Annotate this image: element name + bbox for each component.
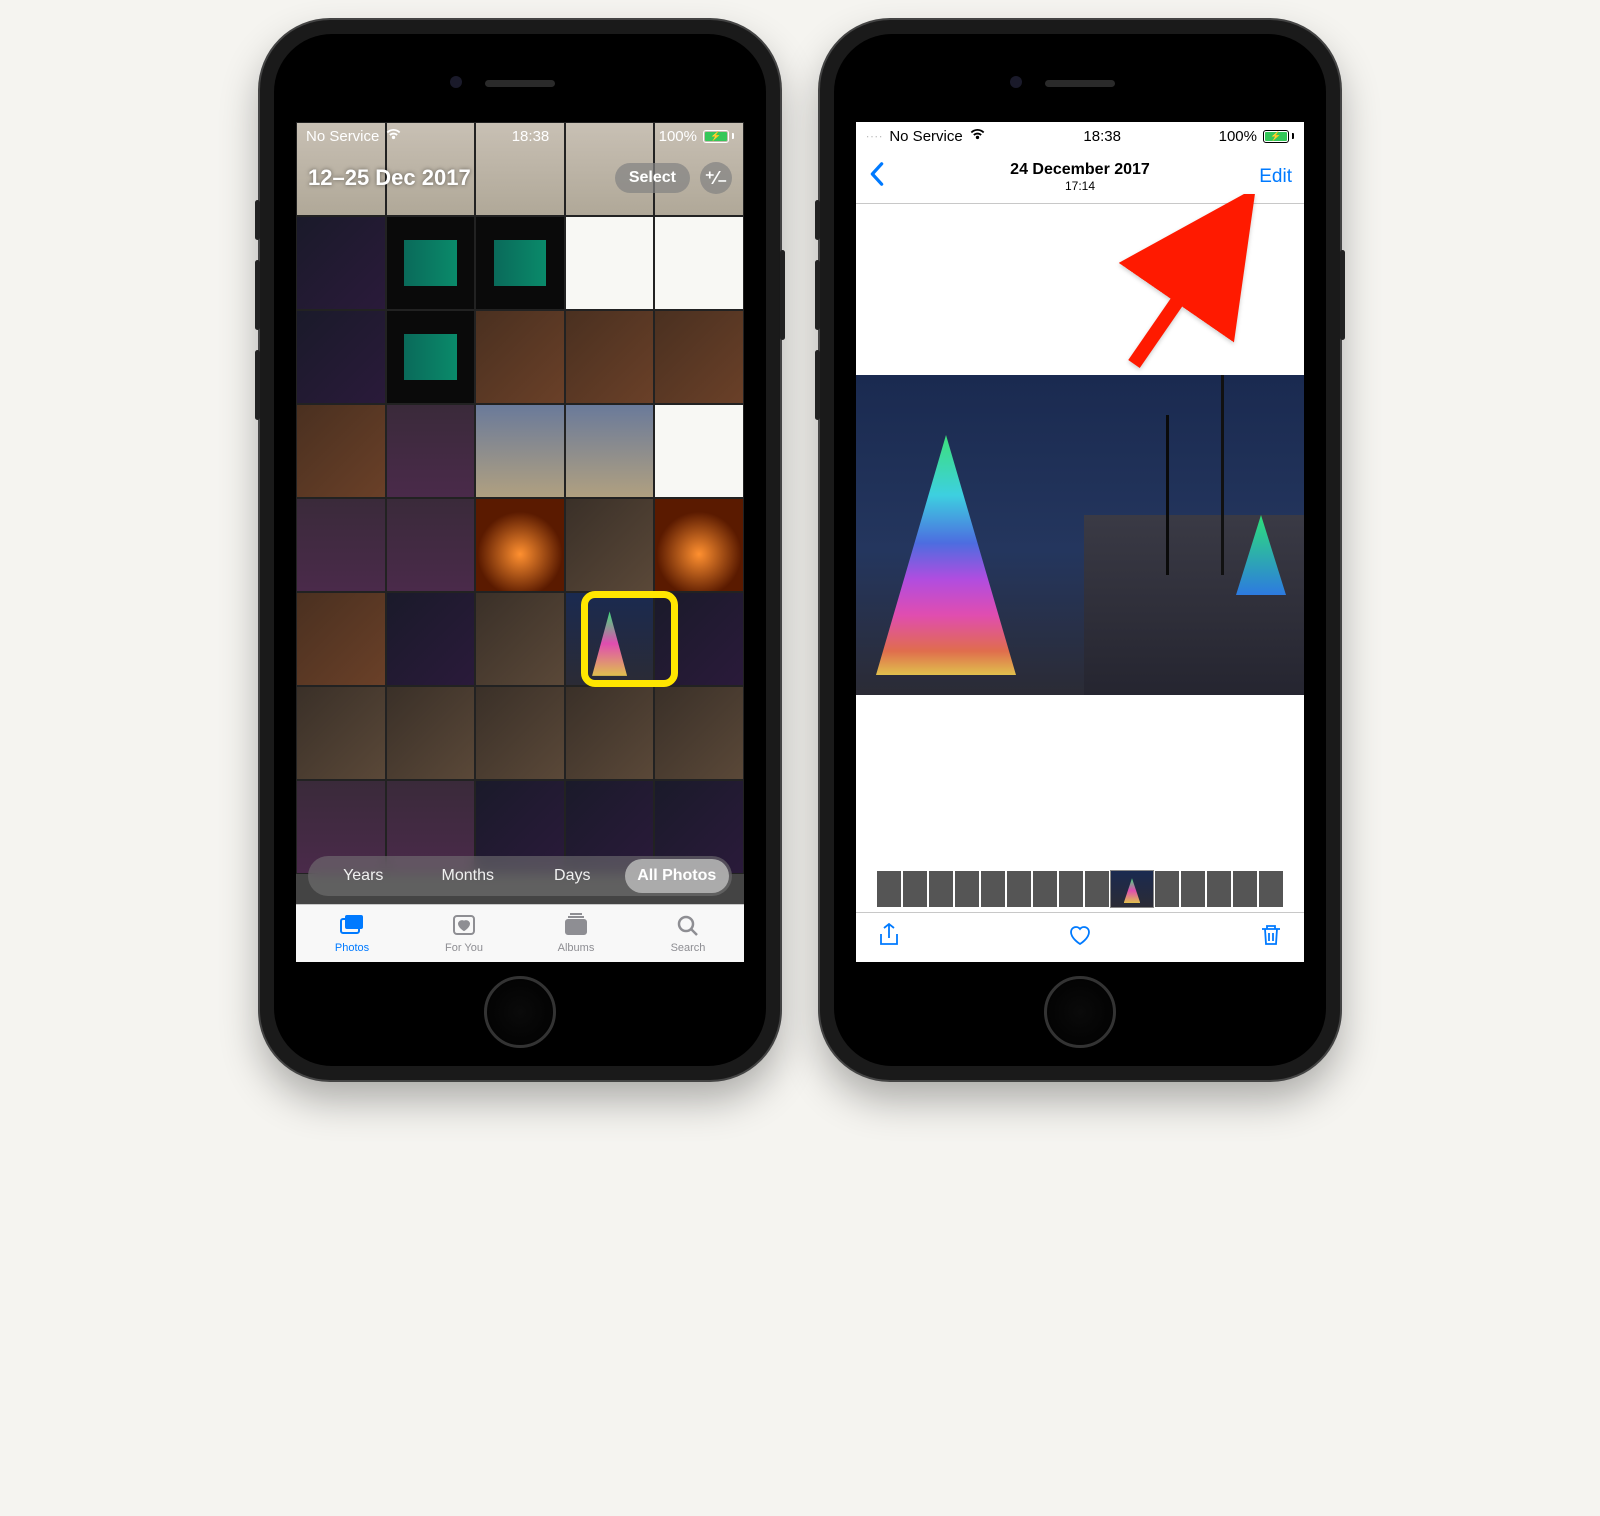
battery-icon: ⚡ xyxy=(1263,130,1294,143)
select-button[interactable]: Select xyxy=(615,163,690,193)
photo-thumbnail[interactable] xyxy=(565,686,655,780)
photo-thumbnail[interactable] xyxy=(386,592,476,686)
segment-all-photos[interactable]: All Photos xyxy=(625,859,730,893)
scrubber-thumbnail[interactable] xyxy=(1059,871,1083,907)
scrubber-thumbnail[interactable] xyxy=(1033,871,1057,907)
bottom-toolbar xyxy=(856,912,1304,962)
segment-days[interactable]: Days xyxy=(520,859,625,893)
iphone-left: No Service 18:38 100% ⚡ 12–25 Dec 2017 S… xyxy=(260,20,780,1080)
photo-viewer[interactable] xyxy=(856,375,1304,695)
scrubber-thumbnail[interactable] xyxy=(1181,871,1205,907)
status-bar: ∙∙∙∙ No Service 18:38 100% ⚡ xyxy=(856,122,1304,150)
albums-icon xyxy=(563,913,589,940)
battery-percent: 100% xyxy=(1219,128,1257,145)
scrubber-thumbnail[interactable] xyxy=(877,871,901,907)
tab-albums[interactable]: Albums xyxy=(520,905,632,962)
favorite-button[interactable] xyxy=(1067,922,1093,953)
photo-thumbnail[interactable] xyxy=(654,686,744,780)
share-button[interactable] xyxy=(876,922,902,953)
scrubber-thumbnail[interactable] xyxy=(1155,871,1179,907)
back-button[interactable] xyxy=(868,161,886,192)
photo-thumbnail[interactable] xyxy=(565,216,655,310)
scrubber-thumbnail[interactable] xyxy=(1259,871,1283,907)
photo-detail-screen: ∙∙∙∙ No Service 18:38 100% ⚡ 24 xyxy=(856,122,1304,962)
scrubber-thumbnail[interactable] xyxy=(1111,871,1153,907)
photo-thumbnail[interactable] xyxy=(475,686,565,780)
home-button[interactable] xyxy=(484,976,556,1048)
zoom-toggle-button[interactable]: ⁺⁄₋ xyxy=(700,162,732,194)
scrubber-thumbnail[interactable] xyxy=(1233,871,1257,907)
photo-thumbnail[interactable] xyxy=(654,498,744,592)
scrubber-thumbnail[interactable] xyxy=(1085,871,1109,907)
photos-icon xyxy=(339,913,365,940)
scrubber-thumbnail[interactable] xyxy=(981,871,1005,907)
clock-label: 18:38 xyxy=(1083,128,1121,145)
photo-thumbnail[interactable] xyxy=(296,310,386,404)
nav-bar: 24 December 2017 17:14 Edit xyxy=(856,150,1304,204)
photo-thumbnail[interactable] xyxy=(475,310,565,404)
photo-thumbnail[interactable] xyxy=(296,686,386,780)
photo-thumbnail[interactable] xyxy=(654,216,744,310)
scrubber-thumbnail[interactable] xyxy=(929,871,953,907)
view-segmented-control[interactable]: YearsMonthsDaysAll Photos xyxy=(308,856,732,896)
photo-thumbnail[interactable] xyxy=(565,498,655,592)
wifi-icon xyxy=(969,127,986,145)
scrubber-thumbnail[interactable] xyxy=(1007,871,1031,907)
edit-button[interactable]: Edit xyxy=(1259,166,1292,188)
tab-search[interactable]: Search xyxy=(632,905,744,962)
photo-thumbnail[interactable] xyxy=(386,404,476,498)
battery-percent: 100% xyxy=(659,128,697,145)
carrier-label: No Service xyxy=(889,128,962,145)
photo-time-subtitle: 17:14 xyxy=(856,179,1304,193)
segment-months[interactable]: Months xyxy=(416,859,521,893)
photo-thumbnail[interactable] xyxy=(386,310,476,404)
scrubber-thumbnail[interactable] xyxy=(955,871,979,907)
carrier-label: No Service xyxy=(306,128,379,145)
photo-thumbnail[interactable] xyxy=(296,592,386,686)
photos-grid-screen: No Service 18:38 100% ⚡ 12–25 Dec 2017 S… xyxy=(296,122,744,962)
iphone-right: ∙∙∙∙ No Service 18:38 100% ⚡ 24 xyxy=(820,20,1340,1080)
delete-button[interactable] xyxy=(1258,922,1284,953)
clock-label: 18:38 xyxy=(512,128,550,145)
scrubber-thumbnail[interactable] xyxy=(1207,871,1231,907)
search-icon xyxy=(675,913,701,940)
photo-thumbnail[interactable] xyxy=(296,216,386,310)
battery-icon: ⚡ xyxy=(703,130,734,143)
date-range-title: 12–25 Dec 2017 xyxy=(308,165,471,191)
highlight-annotation xyxy=(581,591,678,687)
photo-thumbnail[interactable] xyxy=(296,404,386,498)
status-bar: No Service 18:38 100% ⚡ xyxy=(296,122,744,150)
photo-thumbnail[interactable] xyxy=(654,310,744,404)
segment-years[interactable]: Years xyxy=(311,859,416,893)
photo-thumbnail[interactable] xyxy=(296,498,386,592)
photo-date-title: 24 December 2017 xyxy=(856,161,1304,179)
photo-grid[interactable] xyxy=(296,122,744,904)
tab-bar: PhotosFor YouAlbumsSearch xyxy=(296,904,744,962)
wifi-icon xyxy=(385,127,402,145)
photo-thumbnail[interactable] xyxy=(386,686,476,780)
photo-thumbnail[interactable] xyxy=(565,404,655,498)
photo-thumbnail[interactable] xyxy=(475,498,565,592)
photo-thumbnail[interactable] xyxy=(565,310,655,404)
photo-thumbnail[interactable] xyxy=(475,404,565,498)
photo-thumbnail[interactable] xyxy=(475,216,565,310)
photo-thumbnail[interactable] xyxy=(386,216,476,310)
scrubber-thumbnail[interactable] xyxy=(903,871,927,907)
tab-photos[interactable]: Photos xyxy=(296,905,408,962)
photo-thumbnail[interactable] xyxy=(386,498,476,592)
photo-thumbnail[interactable] xyxy=(654,404,744,498)
tab-for-you[interactable]: For You xyxy=(408,905,520,962)
thumbnail-scrubber[interactable] xyxy=(856,866,1304,912)
home-button[interactable] xyxy=(1044,976,1116,1048)
heart-square-icon xyxy=(451,913,477,940)
photo-thumbnail[interactable] xyxy=(475,592,565,686)
